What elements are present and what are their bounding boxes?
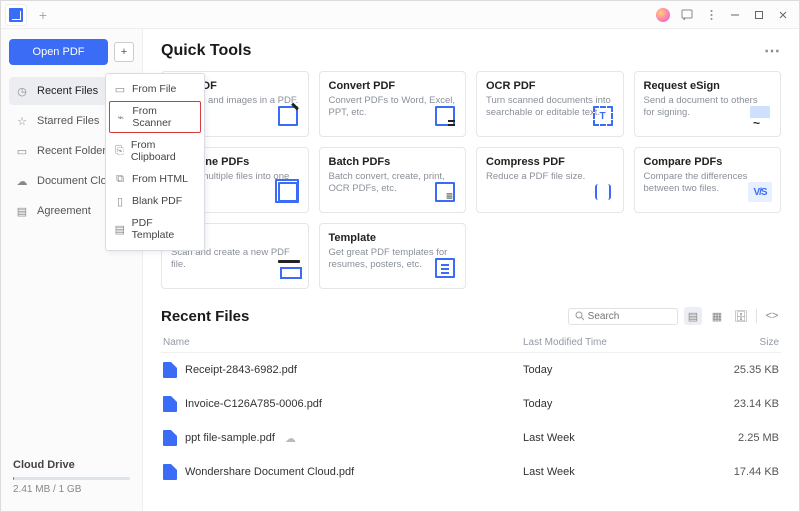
dropdown-blank-pdf[interactable]: ▯Blank PDF — [106, 190, 204, 212]
search-input[interactable] — [588, 311, 671, 322]
card-batch-pdfs[interactable]: Batch PDFsBatch convert, create, print, … — [319, 147, 467, 213]
pdf-file-icon — [163, 464, 177, 480]
sidebar: Open PDF + ▭From File ⌁From Scanner ⎘Fro… — [1, 29, 143, 511]
kebab-menu-icon[interactable] — [699, 3, 723, 27]
pdf-file-icon — [163, 396, 177, 412]
html-icon: ⧉ — [114, 173, 126, 185]
recent-columns: Name Last Modified Time Size — [161, 333, 781, 353]
file-row[interactable]: Receipt-2843-6982.pdf Today25.35 KB — [161, 353, 781, 387]
cloud-drive-title: Cloud Drive — [13, 459, 130, 471]
pdf-file-icon — [163, 362, 177, 378]
template-icon: ▤ — [114, 223, 126, 235]
quick-tools-grid: Edit PDFEdit text and images in a PDF. C… — [161, 71, 781, 289]
col-name: Name — [163, 337, 523, 348]
file-row[interactable]: ppt file-sample.pdf☁ Last Week2.25 MB — [161, 421, 781, 455]
quick-tools-heading: Quick Tools ⋯ — [161, 41, 781, 61]
app-window: + Open PDF + ▭From File ⌁From Scanner ⎘F… — [0, 0, 800, 512]
card-request-esign[interactable]: Request eSignSend a document to others f… — [634, 71, 782, 137]
open-pdf-button[interactable]: Open PDF — [9, 39, 108, 65]
col-size: Size — [693, 337, 779, 348]
doc-icon: ▤ — [15, 204, 29, 218]
scan-icon — [276, 256, 300, 280]
folder-icon: ▭ — [15, 144, 29, 158]
card-compress-pdf[interactable]: Compress PDFReduce a PDF file size. — [476, 147, 624, 213]
app-logo[interactable] — [5, 4, 27, 26]
maximize-button[interactable] — [747, 3, 771, 27]
main-content: Quick Tools ⋯ Edit PDFEdit text and imag… — [143, 29, 799, 511]
dropdown-from-file[interactable]: ▭From File — [106, 78, 204, 100]
col-modified: Last Modified Time — [523, 337, 693, 348]
view-grid-button[interactable]: ▦ — [708, 307, 726, 325]
convert-icon — [433, 104, 457, 128]
file-icon: ▭ — [114, 83, 126, 95]
theme-icon[interactable] — [651, 3, 675, 27]
feedback-icon[interactable] — [675, 3, 699, 27]
nav-code-button[interactable]: <> — [763, 307, 781, 325]
ocr-icon — [591, 104, 615, 128]
search-box[interactable] — [568, 308, 678, 325]
template-card-icon — [433, 256, 457, 280]
file-row[interactable]: Invoice-C126A785-0006.pdf Today23.14 KB — [161, 387, 781, 421]
scanner-icon: ⌁ — [115, 111, 126, 123]
star-icon: ☆ — [15, 114, 29, 128]
cloud-sync-icon: ☁ — [285, 432, 297, 444]
esign-icon — [748, 104, 772, 128]
cloud-icon: ☁ — [15, 174, 29, 188]
create-pdf-dropdown: ▭From File ⌁From Scanner ⎘From Clipboard… — [105, 73, 205, 251]
clock-icon: ◷ — [15, 84, 29, 98]
card-template[interactable]: TemplateGet great PDF templates for resu… — [319, 223, 467, 289]
dropdown-from-scanner[interactable]: ⌁From Scanner — [109, 101, 201, 133]
clipboard-icon: ⎘ — [114, 145, 125, 157]
dropdown-pdf-template[interactable]: ▤PDF Template — [106, 212, 204, 246]
blank-icon: ▯ — [114, 195, 126, 207]
file-row[interactable]: Wondershare Document Cloud.pdf Last Week… — [161, 455, 781, 489]
cloud-drive-panel: Cloud Drive 2.41 MB / 1 GB — [9, 453, 134, 501]
cloud-usage-bar — [13, 477, 130, 480]
new-tab-button[interactable]: + — [33, 7, 53, 23]
close-button[interactable] — [771, 3, 795, 27]
compare-icon: V/S — [748, 180, 772, 204]
cloud-usage-text: 2.41 MB / 1 GB — [13, 484, 130, 495]
recent-files-heading: Recent Files — [161, 308, 249, 325]
quick-tools-more-icon[interactable]: ⋯ — [764, 41, 781, 61]
card-convert-pdf[interactable]: Convert PDFConvert PDFs to Word, Excel, … — [319, 71, 467, 137]
minimize-button[interactable] — [723, 3, 747, 27]
search-icon — [575, 311, 584, 321]
view-list-button[interactable]: ▤ — [684, 307, 702, 325]
card-compare-pdfs[interactable]: Compare PDFsCompare the differences betw… — [634, 147, 782, 213]
card-ocr-pdf[interactable]: OCR PDFTurn scanned documents into searc… — [476, 71, 624, 137]
dropdown-from-clipboard[interactable]: ⎘From Clipboard — [106, 134, 204, 168]
titlebar: + — [1, 1, 799, 29]
compress-icon — [591, 180, 615, 204]
pdf-file-icon — [163, 430, 177, 446]
combine-icon — [276, 180, 300, 204]
dropdown-from-html[interactable]: ⧉From HTML — [106, 168, 204, 190]
view-briefcase-button[interactable]: 🗄 — [732, 307, 750, 325]
create-pdf-button[interactable]: + — [114, 42, 134, 62]
edit-icon — [276, 104, 300, 128]
batch-icon — [433, 180, 457, 204]
